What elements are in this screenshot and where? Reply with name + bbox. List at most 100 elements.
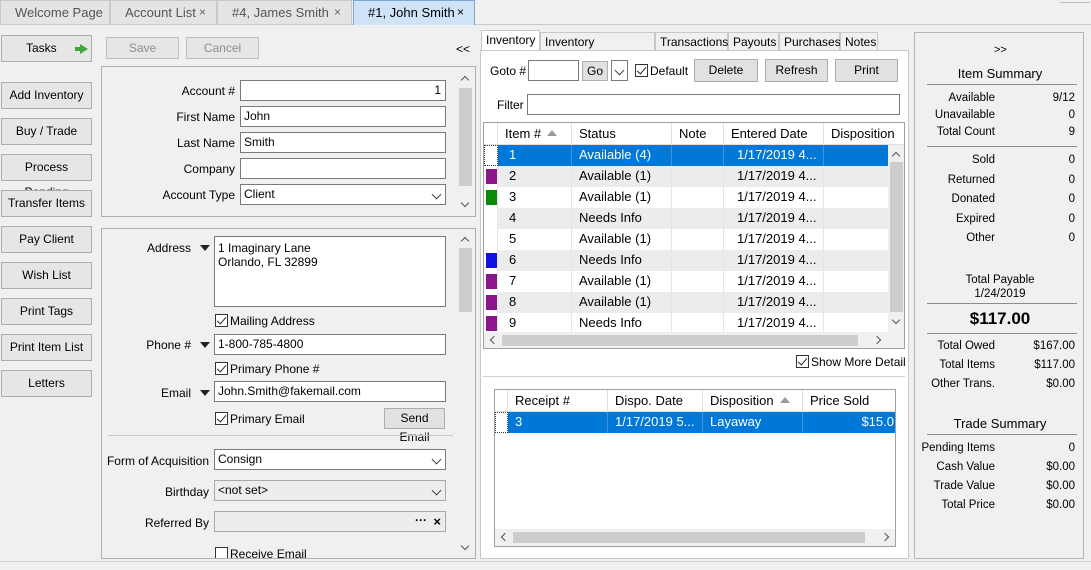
save-button[interactable]: Save (106, 37, 179, 59)
column-header-entered-date[interactable]: Entered Date (724, 123, 824, 145)
email-dropdown-icon[interactable] (200, 390, 210, 396)
expand-summary-button[interactable]: >> (994, 44, 1007, 56)
table-row[interactable]: 7 Available (1) 1/17/2019 4... (484, 271, 888, 292)
address-field[interactable]: 1 Imaginary Lane Orlando, FL 32899 (214, 236, 446, 307)
column-header-price-sold[interactable]: Price Sold (803, 390, 895, 412)
account-scrollbar[interactable] (457, 68, 474, 215)
scroll-thumb[interactable] (502, 335, 858, 346)
row-header[interactable] (484, 208, 498, 229)
tab-account-list[interactable]: Account List × (110, 0, 217, 24)
table-row[interactable]: 1 Available (4) 1/17/2019 4... (484, 145, 888, 166)
buy-trade-button[interactable]: Buy / Trade (1, 118, 92, 145)
phone-field[interactable]: 1-800-785-4800 (214, 334, 446, 355)
primary-phone-checkbox[interactable] (215, 362, 228, 375)
receipt-hscroll[interactable] (495, 529, 895, 546)
collapse-left-button[interactable]: << (456, 42, 470, 56)
column-header-note[interactable]: Note (672, 123, 724, 145)
tab-notes[interactable]: Notes (840, 32, 878, 51)
scroll-thumb[interactable] (459, 88, 472, 186)
print-item-list-button[interactable]: Print Item List (1, 334, 92, 361)
default-checkbox[interactable] (635, 64, 648, 77)
account-type-select[interactable]: Client (240, 184, 446, 205)
send-email-button[interactable]: Send Email (384, 408, 445, 444)
tab-welcome-page[interactable]: Welcome Page (0, 0, 110, 24)
scroll-down-icon[interactable] (460, 198, 470, 208)
refresh-button[interactable]: Refresh (765, 59, 828, 82)
row-header[interactable] (484, 187, 498, 208)
row-header[interactable] (484, 145, 498, 166)
tab-john-smith[interactable]: #1, John Smith × (353, 0, 475, 25)
receive-email-checkbox[interactable] (215, 547, 228, 558)
address-dropdown-icon[interactable] (200, 245, 210, 251)
company-field[interactable] (240, 158, 446, 179)
birthday-select[interactable]: <not set> (214, 480, 446, 501)
browse-icon[interactable]: ··· (415, 512, 427, 530)
show-more-detail-checkbox[interactable] (796, 355, 809, 368)
scroll-left-icon[interactable] (489, 335, 499, 345)
table-row[interactable]: 9 Needs Info 1/17/2019 4... (484, 313, 888, 334)
go-button[interactable]: Go (582, 61, 608, 81)
scroll-up-icon[interactable] (460, 236, 470, 246)
acquisition-select[interactable]: Consign (214, 449, 446, 470)
row-header[interactable] (484, 313, 498, 334)
tab-inventory[interactable]: Inventory (481, 30, 540, 51)
process-pending-button[interactable]: Process Pending (1, 154, 92, 199)
scroll-right-icon[interactable] (880, 532, 890, 542)
scroll-thumb[interactable] (459, 248, 472, 312)
row-header[interactable] (484, 229, 498, 250)
print-tags-button[interactable]: Print Tags (1, 298, 92, 325)
inventory-hscroll[interactable] (484, 332, 888, 348)
mailing-address-checkbox[interactable] (215, 314, 228, 327)
primary-email-checkbox[interactable] (215, 412, 228, 425)
column-header-receipt[interactable]: Receipt # (508, 390, 608, 412)
column-header-status[interactable]: Status (572, 123, 672, 145)
column-header-disposition[interactable]: Disposition (703, 390, 803, 412)
column-header-dispo-date[interactable]: Dispo. Date (608, 390, 703, 412)
referred-by-field[interactable]: ··· × (214, 511, 446, 532)
tab-james-smith[interactable]: #4, James Smith × (217, 0, 352, 24)
scroll-thumb[interactable] (890, 162, 903, 312)
filter-input[interactable] (527, 94, 900, 115)
account-number-field[interactable]: 1 (240, 80, 446, 101)
transfer-items-button[interactable]: Transfer Items (1, 190, 92, 217)
first-name-field[interactable]: John (240, 106, 446, 127)
tab-payouts[interactable]: Payouts (728, 32, 779, 51)
print-button[interactable]: Print (835, 59, 898, 82)
table-row[interactable]: 3 1/17/2019 5... Layaway $15.0 (495, 412, 895, 433)
row-header[interactable] (484, 271, 498, 292)
scroll-left-icon[interactable] (500, 532, 510, 542)
row-header[interactable] (484, 250, 498, 271)
row-header[interactable] (484, 292, 498, 313)
scroll-up-icon[interactable] (891, 151, 901, 161)
wish-list-button[interactable]: Wish List (1, 262, 92, 289)
scroll-right-icon[interactable] (872, 335, 882, 345)
scroll-up-icon[interactable] (460, 75, 470, 85)
close-icon[interactable]: × (199, 1, 206, 24)
table-row[interactable]: 5 Available (1) 1/17/2019 4... (484, 229, 888, 250)
goto-input[interactable] (528, 60, 579, 81)
tab-inventory-disposition[interactable]: Inventory Disposition (540, 32, 655, 67)
inventory-vscroll[interactable] (888, 145, 904, 333)
delete-button[interactable]: Delete (694, 59, 758, 82)
scroll-thumb[interactable] (513, 532, 865, 543)
last-name-field[interactable]: Smith (240, 132, 446, 153)
table-row[interactable]: 6 Needs Info 1/17/2019 4... (484, 250, 888, 271)
tab-purchases[interactable]: Purchases (779, 32, 841, 51)
table-row[interactable]: 4 Needs Info 1/17/2019 4... (484, 208, 888, 229)
close-icon[interactable]: × (334, 1, 341, 24)
goto-dropdown[interactable] (611, 60, 628, 81)
table-row[interactable]: 2 Available (1) 1/17/2019 4... (484, 166, 888, 187)
close-icon[interactable]: × (457, 1, 464, 24)
tasks-button[interactable]: Tasks (1, 35, 92, 62)
email-field[interactable]: John.Smith@fakemail.com (214, 381, 446, 402)
table-row[interactable]: 8 Available (1) 1/17/2019 4... (484, 292, 888, 313)
cancel-button[interactable]: Cancel (186, 37, 259, 59)
row-header[interactable] (484, 166, 498, 187)
letters-button[interactable]: Letters (1, 370, 92, 397)
pay-client-button[interactable]: Pay Client (1, 226, 92, 253)
phone-dropdown-icon[interactable] (200, 342, 210, 348)
contact-scrollbar[interactable] (457, 230, 474, 558)
table-row[interactable]: 3 Available (1) 1/17/2019 4... (484, 187, 888, 208)
scroll-down-icon[interactable] (891, 315, 901, 325)
scroll-down-icon[interactable] (460, 541, 470, 551)
